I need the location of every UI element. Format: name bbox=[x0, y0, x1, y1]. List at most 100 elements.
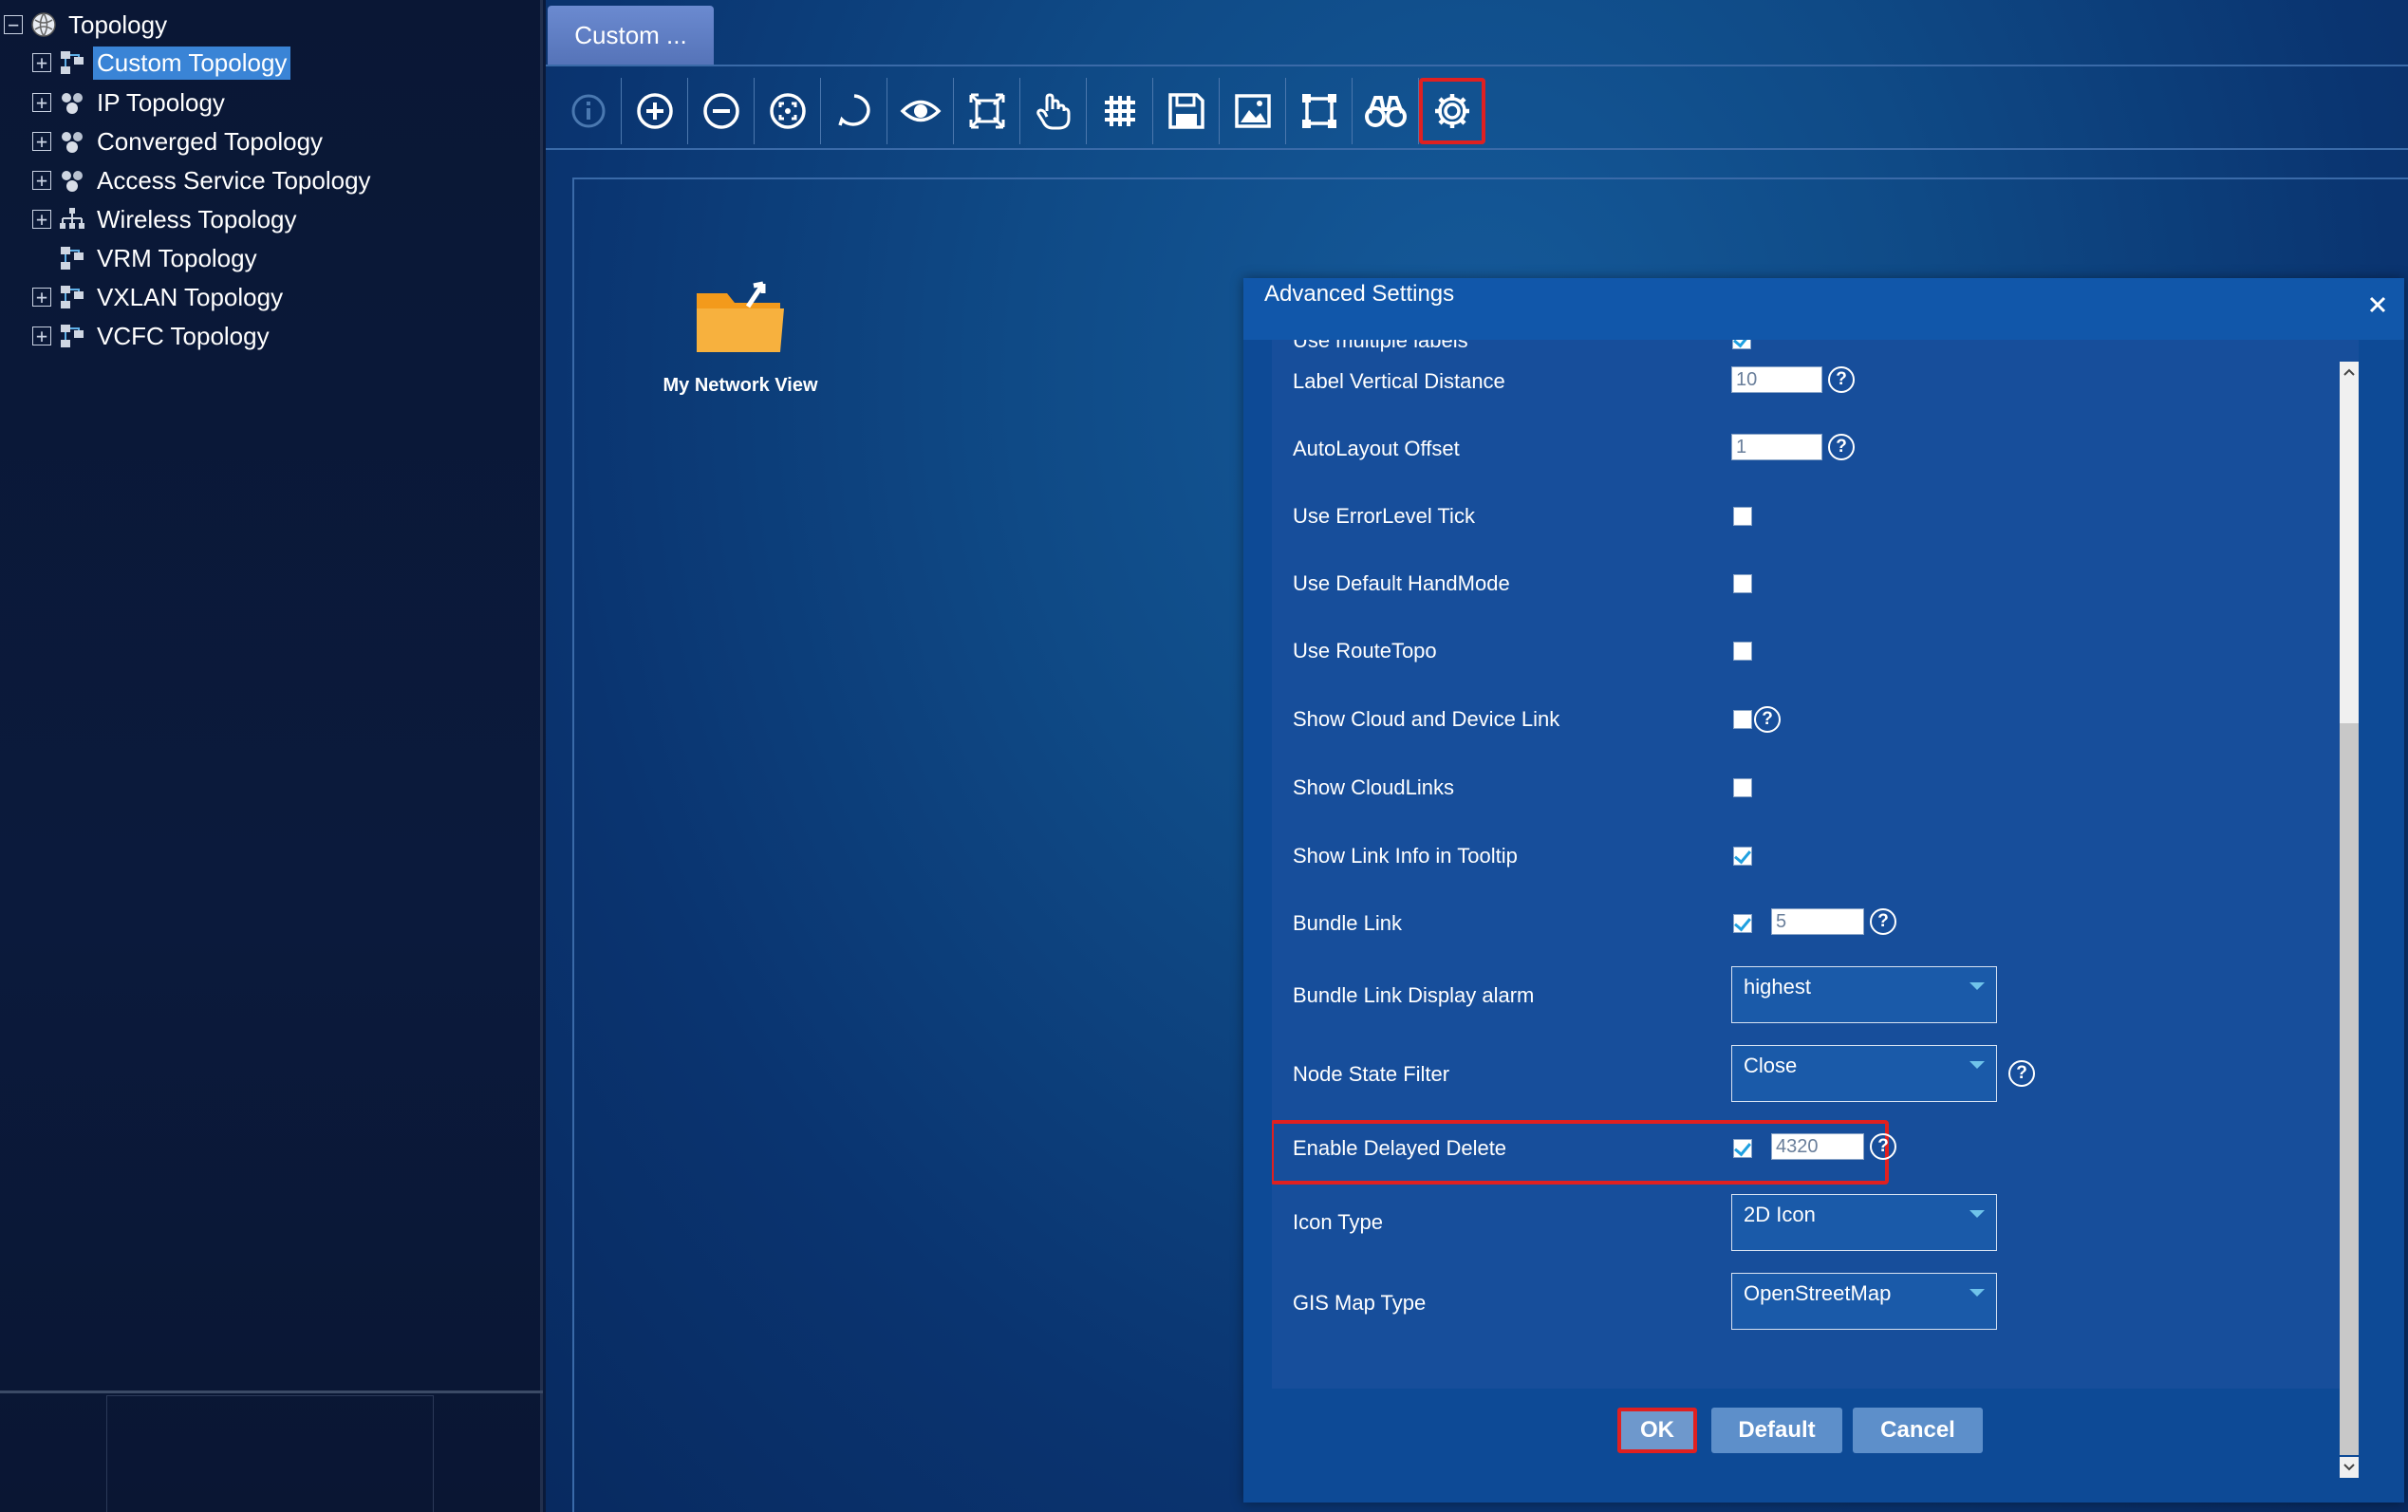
tree-item-vrm-topology[interactable]: VRM Topology bbox=[57, 239, 261, 277]
default-button[interactable]: Default bbox=[1711, 1408, 1842, 1453]
setting-gis-map-type: GIS Map Type OpenStreetMap bbox=[1272, 1273, 2359, 1335]
setting-delayed-delete: Enable Delayed Delete ? bbox=[1272, 1120, 2359, 1185]
delayed-delete-checkbox[interactable] bbox=[1733, 1139, 1752, 1158]
access-service-icon bbox=[57, 165, 87, 196]
view-button[interactable] bbox=[887, 78, 954, 144]
cancel-button[interactable]: Cancel bbox=[1853, 1408, 1983, 1453]
binoculars-icon bbox=[1364, 96, 1407, 127]
settings-scrollbar[interactable] bbox=[2335, 360, 2363, 1478]
fit-view-button[interactable] bbox=[755, 78, 821, 144]
advanced-settings-button[interactable] bbox=[1419, 78, 1485, 144]
setting-label: Label Vertical Distance bbox=[1293, 369, 1505, 393]
setting-icon-type: Icon Type 2D Icon bbox=[1272, 1194, 2359, 1257]
close-button[interactable] bbox=[2364, 291, 2391, 318]
setting-bundle-link: Bundle Link ? bbox=[1272, 902, 2359, 943]
topology-tree-panel: − Topology + Custom Topology + IP Topolo… bbox=[0, 0, 543, 1512]
tab-divider bbox=[546, 65, 2408, 66]
link-info-tooltip-checkbox[interactable] bbox=[1733, 847, 1752, 866]
bundle-link-checkbox[interactable] bbox=[1733, 914, 1752, 933]
overview-box bbox=[106, 1395, 434, 1512]
setting-label: Show CloudLinks bbox=[1293, 775, 1454, 799]
bundle-link-input[interactable] bbox=[1771, 908, 1864, 935]
expand-toggle[interactable]: + bbox=[32, 53, 51, 72]
advanced-settings-dialog: Advanced Settings Use multiple labels La… bbox=[1243, 278, 2404, 1503]
folder-icon[interactable] bbox=[693, 274, 788, 358]
export-image-button[interactable] bbox=[1220, 78, 1286, 144]
routetopo-checkbox[interactable] bbox=[1733, 642, 1752, 661]
dialog-header: Advanced Settings bbox=[1243, 278, 2404, 340]
default-handmode-checkbox[interactable] bbox=[1733, 574, 1752, 593]
ok-button[interactable]: OK bbox=[1617, 1408, 1697, 1453]
tree-item-ip-topology[interactable]: + IP Topology bbox=[32, 84, 229, 121]
fullscreen-icon bbox=[969, 93, 1004, 129]
save-button[interactable] bbox=[1153, 78, 1220, 144]
setting-default-handmode: Use Default HandMode bbox=[1272, 563, 2359, 605]
setting-routetopo: Use RouteTopo bbox=[1272, 631, 2359, 673]
expand-toggle[interactable]: + bbox=[32, 210, 51, 229]
tree-item-custom-topology[interactable]: + Custom Topology bbox=[32, 44, 291, 82]
fit-view-icon bbox=[769, 93, 806, 129]
autolayout-offset-input[interactable] bbox=[1731, 434, 1822, 460]
expand-toggle[interactable]: + bbox=[32, 171, 51, 190]
help-icon[interactable]: ? bbox=[1870, 1133, 1896, 1160]
setting-autolayout-offset: AutoLayout Offset ? bbox=[1272, 427, 2359, 469]
hand-mode-button[interactable] bbox=[1020, 78, 1087, 144]
label-vertical-distance-input[interactable] bbox=[1731, 366, 1822, 393]
tree-item-label: IP Topology bbox=[97, 87, 225, 117]
zoom-in-button[interactable] bbox=[622, 78, 688, 144]
setting-label: Use multiple labels bbox=[1293, 340, 1468, 352]
bundle-link-alarm-select[interactable]: highest bbox=[1731, 966, 1997, 1023]
select-value: Close bbox=[1744, 1054, 1798, 1077]
expand-toggle[interactable]: + bbox=[32, 132, 51, 151]
help-icon[interactable]: ? bbox=[1828, 434, 1855, 460]
frame-select-button[interactable] bbox=[1286, 78, 1353, 144]
help-icon[interactable]: ? bbox=[1870, 908, 1896, 935]
setting-label: Show Link Info in Tooltip bbox=[1293, 844, 1518, 868]
expand-toggle[interactable]: + bbox=[32, 93, 51, 112]
converged-topology-icon bbox=[57, 126, 87, 157]
setting-multiple-labels: Use multiple labels bbox=[1272, 340, 2359, 357]
collapse-toggle[interactable]: − bbox=[4, 15, 23, 34]
node-state-filter-select[interactable]: Close bbox=[1731, 1045, 1997, 1102]
tab-custom-topology[interactable]: Custom ... bbox=[548, 6, 714, 65]
zoom-in-icon bbox=[636, 93, 673, 129]
tree-item-label: VXLAN Topology bbox=[97, 282, 284, 311]
icon-type-select[interactable]: 2D Icon bbox=[1731, 1194, 1997, 1251]
multiple-labels-checkbox[interactable] bbox=[1732, 340, 1751, 349]
setting-label: GIS Map Type bbox=[1293, 1291, 1427, 1315]
expand-toggle[interactable]: + bbox=[32, 327, 51, 345]
frame-icon bbox=[1301, 94, 1336, 128]
tree-item-converged-topology[interactable]: + Converged Topology bbox=[32, 122, 327, 160]
tree-item-wireless-topology[interactable]: + Wireless Topology bbox=[32, 200, 301, 238]
zoom-out-icon bbox=[702, 93, 739, 129]
help-icon[interactable]: ? bbox=[1754, 706, 1781, 733]
gis-map-type-select[interactable]: OpenStreetMap bbox=[1731, 1273, 1997, 1330]
lasso-select-button[interactable] bbox=[821, 78, 887, 144]
tree-item-vxlan-topology[interactable]: + VXLAN Topology bbox=[32, 278, 287, 316]
tree-item-vcfc-topology[interactable]: + VCFC Topology bbox=[32, 317, 273, 355]
help-icon[interactable]: ? bbox=[2008, 1060, 2035, 1087]
errorlevel-tick-checkbox[interactable] bbox=[1733, 507, 1752, 526]
cloudlinks-checkbox[interactable] bbox=[1733, 778, 1752, 797]
scroll-thumb[interactable] bbox=[2340, 723, 2359, 1455]
ip-topology-icon bbox=[57, 87, 87, 118]
panel-divider bbox=[0, 1391, 543, 1393]
network-topology-icon bbox=[57, 282, 87, 312]
grid-button[interactable] bbox=[1087, 78, 1153, 144]
cloud-device-link-checkbox[interactable] bbox=[1733, 710, 1752, 729]
help-icon[interactable]: ? bbox=[1828, 366, 1855, 393]
delayed-delete-input[interactable] bbox=[1771, 1133, 1864, 1160]
tree-item-label: VRM Topology bbox=[97, 243, 257, 272]
zoom-out-button[interactable] bbox=[688, 78, 755, 144]
expand-toggle[interactable]: + bbox=[32, 288, 51, 307]
fullscreen-button[interactable] bbox=[954, 78, 1020, 144]
tree-item-access-service-topology[interactable]: + Access Service Topology bbox=[32, 161, 375, 199]
eye-icon bbox=[900, 100, 941, 122]
find-button[interactable] bbox=[1353, 78, 1419, 144]
setting-cloud-device-link: Show Cloud and Device Link ? bbox=[1272, 699, 2359, 740]
scroll-up-button[interactable] bbox=[2340, 362, 2359, 383]
grid-icon bbox=[1104, 96, 1135, 126]
info-button[interactable] bbox=[555, 78, 622, 144]
chevron-up-icon bbox=[2343, 368, 2355, 376]
tree-root-topology[interactable]: − Topology bbox=[4, 6, 171, 44]
